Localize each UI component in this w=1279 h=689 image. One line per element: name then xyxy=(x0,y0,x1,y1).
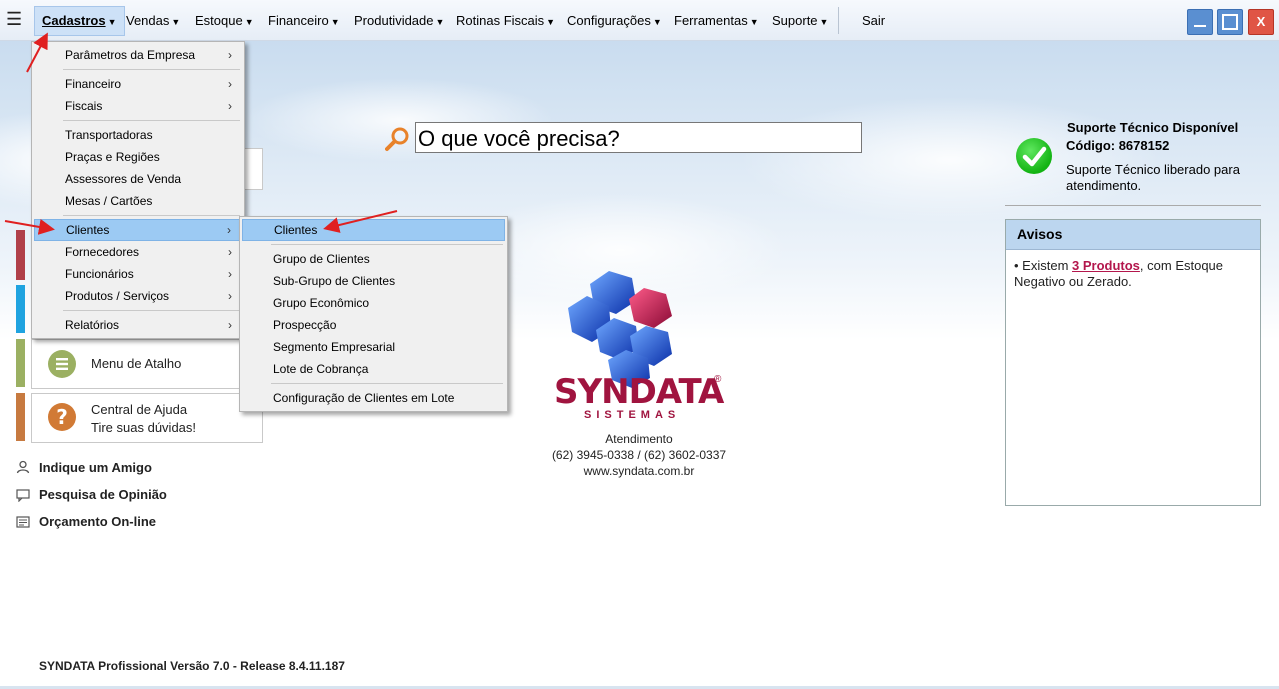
menu-rotinas-fiscais[interactable]: Rotinas Fiscais ▼ xyxy=(456,13,555,28)
central-ajuda-card[interactable]: ? Central de Ajuda Tire suas dúvidas! xyxy=(31,393,263,443)
pesquisa-opiniao-link[interactable]: Pesquisa de Opinião xyxy=(39,487,167,502)
svg-text:?: ? xyxy=(56,405,68,429)
menu-separator xyxy=(838,7,839,34)
chevron-right-icon: › xyxy=(228,267,232,281)
cli-item-subgrupo[interactable]: Sub-Grupo de Clientes xyxy=(242,270,505,292)
version-footer: SYNDATA Profissional Versão 7.0 - Releas… xyxy=(39,659,345,673)
avisos-body: • Existem 3 Produtos, com Estoque Negati… xyxy=(1014,258,1224,289)
divider xyxy=(1005,205,1261,206)
menu-cadastros[interactable]: Cadastros ▼ xyxy=(34,6,125,36)
cad-item-financeiro[interactable]: Financeiro › xyxy=(34,73,242,95)
stripe-green xyxy=(16,339,25,387)
support-title: Suporte Técnico Disponível xyxy=(1067,120,1239,135)
cli-item-prospeccao[interactable]: Prospecção xyxy=(242,314,505,336)
contact-phones: (62) 3945-0338 / (62) 3602-0337 xyxy=(551,448,727,462)
central-ajuda-sub: Tire suas dúvidas! xyxy=(91,420,197,435)
cli-item-grupo-economico[interactable]: Grupo Econômico xyxy=(242,292,505,314)
cli-item-segmento[interactable]: Segmento Empresarial xyxy=(242,336,505,358)
menu-produtividade[interactable]: Produtividade ▼ xyxy=(354,13,444,28)
menu-atalho-card[interactable]: Menu de Atalho xyxy=(31,339,263,389)
cad-item-fornecedores[interactable]: Fornecedores › xyxy=(34,241,242,263)
menu-divider xyxy=(271,383,503,384)
cad-item-clientes[interactable]: Clientes › xyxy=(34,219,242,241)
document-icon xyxy=(16,515,30,532)
stripe-red xyxy=(16,230,25,280)
maximize-button[interactable] xyxy=(1217,9,1243,35)
chevron-right-icon: › xyxy=(228,289,232,303)
indique-amigo-link[interactable]: Indique um Amigo xyxy=(39,460,152,475)
contact-site: www.syndata.com.br xyxy=(583,464,695,478)
stripe-orange xyxy=(16,393,25,441)
avisos-panel: Avisos • Existem 3 Produtos, com Estoque… xyxy=(1005,219,1261,506)
cad-item-pracas[interactable]: Praças e Regiões xyxy=(34,146,242,168)
maximize-icon xyxy=(1222,14,1238,30)
cad-item-produtos[interactable]: Produtos / Serviços › xyxy=(34,285,242,307)
logo-wordmark: SYNDATA xyxy=(554,372,724,412)
contact-block: Atendimento (62) 3945-0338 / (62) 3602-0… xyxy=(519,431,759,479)
cad-item-parametros[interactable]: Parâmetros da Empresa › xyxy=(34,44,242,66)
support-code: Código: 8678152 xyxy=(1066,138,1170,153)
orcamento-online-link[interactable]: Orçamento On-line xyxy=(39,514,156,529)
check-icon xyxy=(1016,138,1052,174)
cadastros-dropdown: Parâmetros da Empresa › Financeiro › Fisca… xyxy=(31,41,245,339)
menu-estoque[interactable]: Estoque ▼ xyxy=(195,13,254,28)
logo-sub: SISTEMAS xyxy=(584,409,681,421)
menu-sair[interactable]: Sair xyxy=(862,13,885,28)
menu-suporte[interactable]: Suporte ▼ xyxy=(772,13,828,28)
menu-configuracoes[interactable]: Configurações ▼ xyxy=(567,13,662,28)
user-icon xyxy=(16,460,30,477)
menubar: ☰ Cadastros ▼ Vendas ▼ Estoque ▼ Financeiro… xyxy=(0,0,1279,41)
cad-item-mesas[interactable]: Mesas / Cartões xyxy=(34,190,242,212)
menu-divider xyxy=(63,215,240,216)
menu-vendas[interactable]: Vendas ▼ xyxy=(126,13,180,28)
menu-financeiro[interactable]: Financeiro ▼ xyxy=(268,13,340,28)
menu-ferramentas[interactable]: Ferramentas ▼ xyxy=(674,13,759,28)
cli-item-clientes[interactable]: Clientes xyxy=(242,219,505,241)
chevron-right-icon: › xyxy=(228,77,232,91)
avisos-title: Avisos xyxy=(1006,220,1260,250)
chevron-right-icon: › xyxy=(228,99,232,113)
menu-divider xyxy=(63,120,240,121)
cad-item-funcionarios[interactable]: Funcionários › xyxy=(34,263,242,285)
cad-item-transportadoras[interactable]: Transportadoras xyxy=(34,124,242,146)
menu-atalho-label: Menu de Atalho xyxy=(91,356,182,371)
chevron-right-icon: › xyxy=(228,48,232,62)
search-input[interactable]: O que você precisa? xyxy=(415,122,862,153)
chevron-right-icon: › xyxy=(228,245,232,259)
menu-divider xyxy=(63,310,240,311)
minimize-button[interactable] xyxy=(1187,9,1213,35)
logo-registered: ® xyxy=(714,374,722,385)
search-icon xyxy=(385,126,411,155)
cad-item-assessores[interactable]: Assessores de Venda xyxy=(34,168,242,190)
menu-divider xyxy=(271,244,503,245)
cad-item-relatorios[interactable]: Relatórios › xyxy=(34,314,242,336)
stripe-blue xyxy=(16,285,25,333)
cli-item-config-lote[interactable]: Configuração de Clientes em Lote xyxy=(242,387,505,409)
menu-divider xyxy=(63,69,240,70)
cad-item-fiscais[interactable]: Fiscais › xyxy=(34,95,242,117)
close-button[interactable]: X xyxy=(1248,9,1274,35)
list-icon xyxy=(48,350,76,378)
minimize-icon xyxy=(1194,25,1206,27)
cli-item-grupo[interactable]: Grupo de Clientes xyxy=(242,248,505,270)
clientes-submenu: Clientes Grupo de Clientes Sub-Grupo de … xyxy=(239,216,508,412)
hamburger-icon[interactable]: ☰ xyxy=(6,10,22,28)
contact-title: Atendimento xyxy=(605,432,673,446)
central-ajuda-title: Central de Ajuda xyxy=(91,402,188,417)
chevron-right-icon: › xyxy=(227,223,231,237)
chat-icon xyxy=(16,488,30,505)
cli-item-lote-cobranca[interactable]: Lote de Cobrança xyxy=(242,358,505,380)
avisos-produtos-link[interactable]: 3 Produtos xyxy=(1072,258,1140,273)
chevron-right-icon: › xyxy=(228,318,232,332)
support-description: Suporte Técnico liberado para atendiment… xyxy=(1066,162,1240,193)
help-icon: ? xyxy=(48,403,76,431)
